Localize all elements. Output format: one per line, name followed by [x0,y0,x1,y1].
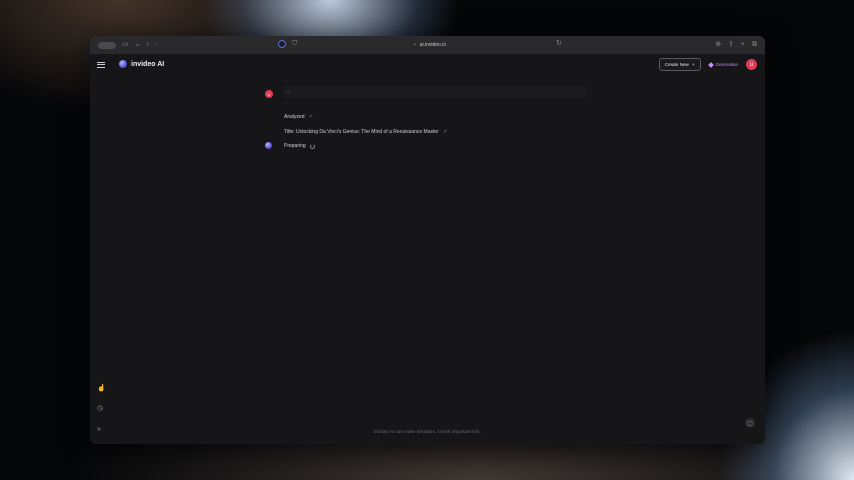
check-icon: ✓ [442,129,448,135]
tabs-icon[interactable]: ⧉ [752,40,757,50]
thumbs-up-icon[interactable]: ☝ [97,384,106,392]
lock-icon: ▪ [413,42,416,48]
loading-spinner-icon [309,143,315,149]
assistant-status [265,142,272,149]
clock-icon[interactable]: ◷ [97,404,103,412]
generative-plan-badge[interactable]: Generative [707,61,738,68]
download-icon[interactable]: ⊕ [715,40,721,50]
create-new-label: Create New [664,62,689,67]
create-new-button[interactable]: Create New + [658,58,701,71]
user-message: U [265,90,273,98]
header-actions: Create New + Generative U [658,58,757,71]
user-avatar[interactable]: U [746,59,757,70]
menu-icon[interactable] [97,60,105,68]
check-icon: ✓ [308,114,314,120]
back-icon[interactable]: ‹ [147,40,149,50]
step-title: Title: Unlocking Da Vinci's Genius: The … [284,128,448,136]
step-label: Title: Unlocking Da Vinci's Genius: The … [284,128,439,135]
step-label: Analyzed [284,113,305,120]
browser-toolbar: ▭ ⌄ ‹ › ⛉ ▪ ai.invideo.io ↻ ⊕ ⇪ + ⧉ [90,36,765,54]
invideo-logo-icon [119,60,127,68]
brand-logo[interactable]: invideo AI [119,60,164,68]
brand-name: invideo AI [131,60,165,68]
sidebar: ☝ ◷ » [90,54,112,444]
chat-support-icon[interactable]: ▢ [745,418,755,428]
invideo-app: ☝ ◷ » invideo AI Create New + Generative… [90,54,765,444]
user-message-avatar: U [265,90,273,98]
generative-label: Generative [715,62,738,67]
assistant-avatar-icon [265,142,272,149]
step-analyzed: Analyzed ✓ [284,113,314,121]
plus-icon: + [691,62,695,67]
gem-icon [707,61,714,68]
address-bar[interactable]: ▪ ai.invideo.io [280,39,580,51]
share-icon[interactable]: ⇪ [728,40,734,50]
user-message-text: ... [283,86,587,98]
disclaimer-text: invideo AI can make mistakes. Check impo… [374,429,481,434]
browser-window: ▭ ⌄ ‹ › ⛉ ▪ ai.invideo.io ↻ ⊕ ⇪ + ⧉ ☝ ◷ … [90,36,765,444]
window-controls[interactable] [98,41,116,49]
sidebar-toggle-icon[interactable]: ▭ [122,40,129,50]
forward-icon[interactable]: › [155,40,157,50]
url-text: ai.invideo.io [419,42,447,48]
new-tab-icon[interactable]: + [741,40,745,50]
step-preparing: Preparing [284,143,315,149]
step-label: Preparing [284,143,306,149]
chevron-down-icon[interactable]: ⌄ [135,40,141,50]
reload-icon[interactable]: ↻ [556,39,562,47]
